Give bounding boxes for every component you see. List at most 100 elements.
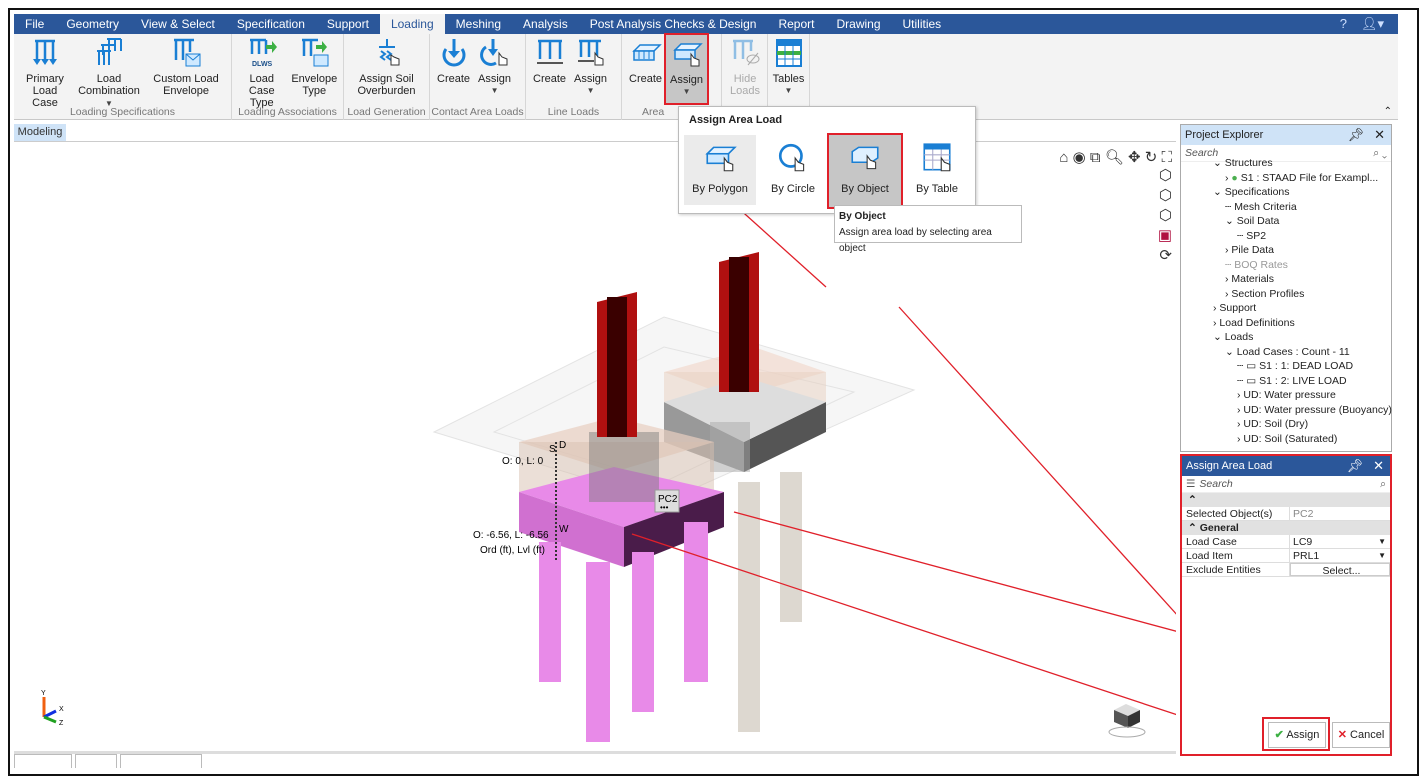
- tree-item[interactable]: › UD: Soil (Dry): [1181, 417, 1391, 432]
- general-section[interactable]: ⌃ General: [1182, 521, 1390, 535]
- tree-item[interactable]: ┄ ▭ S1 : 1: DEAD LOAD: [1181, 359, 1391, 374]
- menu-title: Assign Area Load: [689, 114, 783, 126]
- by-table-item[interactable]: By Table: [901, 135, 973, 205]
- pin-icon[interactable]: 📌︎: [1348, 125, 1365, 145]
- load-item-select[interactable]: PRL1 ▼: [1290, 549, 1390, 562]
- view-front-icon[interactable]: ⬡: [1059, 206, 1172, 226]
- area-load-assign-button[interactable]: Assign ▼: [664, 33, 710, 105]
- tree-line: ┄: [1237, 374, 1247, 387]
- property-search-input[interactable]: ☰ Search ⌕: [1182, 476, 1390, 493]
- tree-item[interactable]: ⌄ Load Cases : Count - 11: [1181, 345, 1391, 360]
- exclude-select-button[interactable]: Select...: [1290, 563, 1390, 577]
- assign-button[interactable]: ✔ Assign: [1268, 722, 1326, 748]
- by-circle-item[interactable]: By Circle: [757, 135, 829, 205]
- load-case-select[interactable]: LC9 ▼: [1290, 535, 1390, 548]
- tree-line: ┄: [1225, 200, 1235, 213]
- object-load-icon: [851, 146, 879, 170]
- home-icon[interactable]: ⌂: [1059, 149, 1068, 166]
- cancel-button[interactable]: ✕ Cancel: [1332, 722, 1390, 748]
- tab-drawing[interactable]: Drawing: [825, 14, 891, 34]
- rotate-icon[interactable]: ↻: [1145, 149, 1158, 166]
- pc2-more: •••: [660, 503, 669, 512]
- tree-item[interactable]: › UD: Water pressure: [1181, 388, 1391, 403]
- tree-item[interactable]: ┄ SP2: [1181, 229, 1391, 244]
- orbit-icon[interactable]: ◉: [1073, 149, 1086, 166]
- collapse-ribbon-icon[interactable]: ⌃: [1384, 106, 1392, 117]
- refresh-icon[interactable]: ⟳: [1059, 246, 1172, 266]
- tree-item[interactable]: ┄ ▭ S1 : 2: LIVE LOAD: [1181, 374, 1391, 389]
- user-icon[interactable]: 👤︎▾: [1361, 16, 1384, 32]
- hide-loads-icon: [733, 39, 760, 66]
- units-label: Ord (ft), Lvl (ft): [480, 545, 545, 556]
- check-status-icon: ●: [1231, 171, 1241, 184]
- tree-item[interactable]: › Support: [1181, 301, 1391, 316]
- elevation-label-top: O: 0, L: 0: [502, 456, 544, 467]
- close-icon[interactable]: ✕: [1373, 456, 1384, 476]
- load-envelope-icon: [174, 38, 201, 67]
- group-loading-associations: DLWS Load Case Type Envelope Type Loading…: [232, 34, 344, 120]
- tab-support[interactable]: Support: [316, 14, 380, 34]
- bottom-tab[interactable]: [75, 754, 117, 768]
- tab-geometry[interactable]: Geometry: [55, 14, 130, 34]
- tree-item[interactable]: ⌄ Soil Data: [1181, 214, 1391, 229]
- tab-view-select[interactable]: View & Select: [130, 14, 226, 34]
- tree-item[interactable]: ⌄ Loads: [1181, 330, 1391, 345]
- search-icon[interactable]: ⌕ ⌄: [1373, 147, 1387, 159]
- close-icon[interactable]: ✕: [1374, 125, 1385, 145]
- tree-item[interactable]: › UD: Soil (Saturated): [1181, 432, 1391, 447]
- view-iso-icon[interactable]: ⬡: [1059, 166, 1172, 186]
- expand-toggle-icon[interactable]: ⌄: [1213, 186, 1225, 198]
- axis-triad: Y XZ: [41, 690, 64, 727]
- collapse-section[interactable]: ⌃: [1182, 493, 1390, 507]
- bottom-tab[interactable]: [14, 754, 72, 768]
- by-object-item[interactable]: By Object: [827, 133, 903, 209]
- help-icon[interactable]: ?: [1340, 16, 1347, 32]
- selected-objects-row: Selected Object(s) PC2: [1182, 507, 1390, 521]
- expand-toggle-icon[interactable]: ⌄: [1213, 331, 1225, 343]
- tab-meshing[interactable]: Meshing: [445, 14, 512, 34]
- pin-icon[interactable]: 📌︎: [1347, 456, 1364, 476]
- tree-item[interactable]: › Pile Data: [1181, 243, 1391, 258]
- envelope-type-icon: [302, 38, 329, 67]
- tree-item[interactable]: › Materials: [1181, 272, 1391, 287]
- load-case-icon: ▭: [1246, 374, 1260, 387]
- bottom-tabs: [14, 751, 1176, 771]
- tree-item[interactable]: ⌄ Specifications: [1181, 185, 1391, 200]
- tab-file[interactable]: File: [14, 14, 55, 34]
- expand-toggle-icon[interactable]: ⌄: [1213, 157, 1225, 169]
- tree-item[interactable]: › Load Definitions: [1181, 316, 1391, 331]
- tab-specification[interactable]: Specification: [226, 14, 316, 34]
- bottom-tab[interactable]: [120, 754, 202, 768]
- tree-item[interactable]: › UD: Water pressure (Buoyancy): [1181, 403, 1392, 418]
- load-arrows-icon: [33, 39, 57, 65]
- categorize-icon[interactable]: ☰: [1186, 478, 1195, 490]
- view-top-icon[interactable]: ⬡: [1059, 186, 1172, 206]
- tree-line: ┄: [1237, 360, 1247, 372]
- tab-analysis[interactable]: Analysis: [512, 14, 579, 34]
- tree-item[interactable]: ┄ Mesh Criteria: [1181, 200, 1391, 215]
- group-label: Loading Specifications: [69, 106, 176, 118]
- tab-utilities[interactable]: Utilities: [892, 14, 953, 34]
- dlws-badge: DLWS: [252, 61, 273, 68]
- tab-report[interactable]: Report: [767, 14, 825, 34]
- tree-item[interactable]: › Section Profiles: [1181, 287, 1391, 302]
- expand-toggle-icon[interactable]: ⌄: [1225, 346, 1237, 358]
- tab-loading[interactable]: Loading: [379, 14, 445, 34]
- tree-item[interactable]: ⌄ Structures: [1181, 156, 1391, 171]
- polygon-load-icon: [705, 146, 737, 172]
- view-cube[interactable]: [1108, 704, 1146, 738]
- exclude-entities-row: Exclude Entities Select...: [1182, 563, 1390, 577]
- tab-modeling[interactable]: Modeling: [14, 124, 66, 141]
- expand-toggle-icon[interactable]: ⌄: [1225, 215, 1237, 227]
- render-mode-icon[interactable]: ▣: [1059, 226, 1172, 246]
- tree-item[interactable]: ┄ BOQ Rates: [1181, 258, 1391, 273]
- marker-s: S: [549, 444, 556, 455]
- tree-item[interactable]: › ● S1 : STAAD File for Exampl...: [1181, 171, 1391, 186]
- by-polygon-item[interactable]: By Polygon: [684, 135, 756, 205]
- fit-icon[interactable]: ⛶: [1161, 149, 1172, 166]
- zoom-window-icon[interactable]: ⧉: [1090, 149, 1101, 166]
- area-load-assign-icon: [672, 43, 703, 67]
- zoom-icon[interactable]: 🔍︎: [1105, 149, 1124, 166]
- pan-icon[interactable]: ✥: [1128, 149, 1141, 166]
- tab-post-analysis-checks-design[interactable]: Post Analysis Checks & Design: [579, 14, 768, 34]
